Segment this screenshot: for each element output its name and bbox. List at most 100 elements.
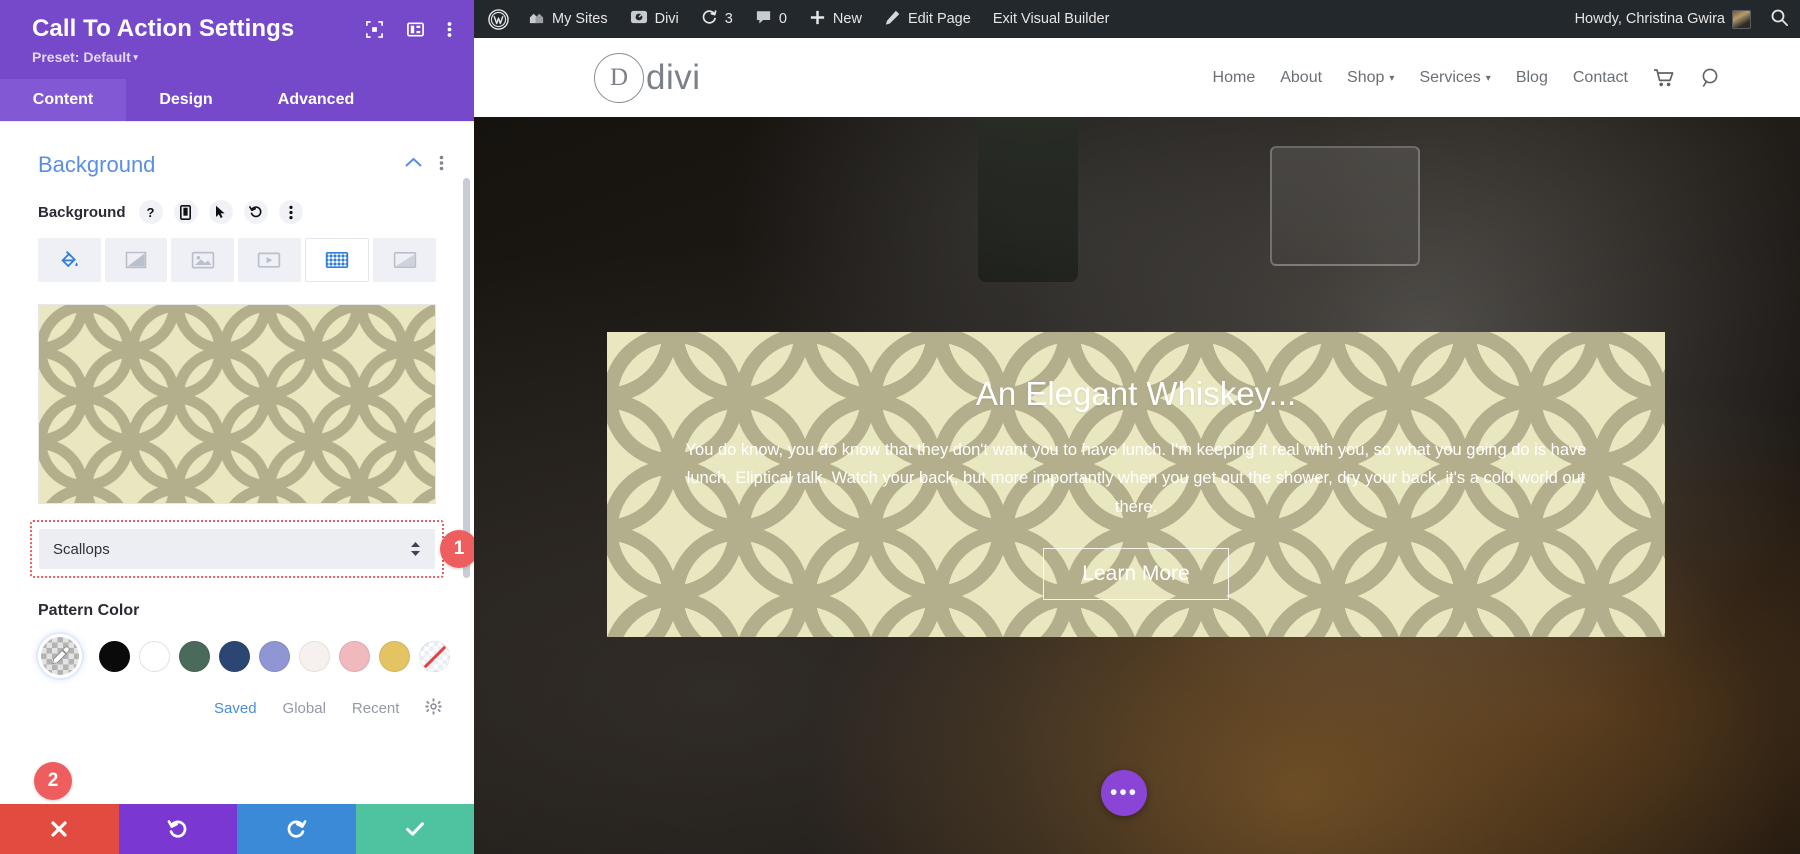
site-header: D divi Home About Shop▾ Services▾ Blog C…: [474, 38, 1800, 117]
pattern-select-highlight: Scallops 1: [30, 520, 444, 578]
swatch-green[interactable]: [179, 641, 210, 672]
focus-icon[interactable]: [365, 20, 384, 44]
panel-scrollbar-thumb[interactable]: [463, 178, 470, 578]
plus-icon: [809, 9, 826, 30]
swatch-navy[interactable]: [219, 641, 250, 672]
background-field-label: Background: [38, 204, 126, 221]
admin-bar-item-exit-visual-builder[interactable]: Exit Visual Builder: [982, 0, 1121, 38]
admin-bar-label: Edit Page: [908, 11, 971, 27]
panel-scrollbar-track[interactable]: [464, 122, 472, 804]
swatch-transparent[interactable]: [419, 641, 450, 672]
pattern-preview: [38, 304, 436, 504]
admin-bar-account[interactable]: Howdy, Christina Gwira: [1561, 0, 1759, 38]
swatch-pink[interactable]: [339, 641, 370, 672]
palette-tab-saved[interactable]: Saved: [214, 700, 257, 717]
background-video-tab[interactable]: [238, 238, 301, 282]
preset-selector[interactable]: Preset: Default ▾: [32, 49, 450, 65]
nav-item-shop[interactable]: Shop▾: [1347, 69, 1394, 87]
admin-bar-item-my-sites[interactable]: My Sites: [517, 0, 619, 38]
cta-body-text: You do know, you do know that they don't…: [676, 436, 1596, 523]
background-image-tab[interactable]: [171, 238, 234, 282]
nav-label: Home: [1213, 69, 1256, 87]
kebab-menu-icon[interactable]: [447, 20, 452, 44]
save-button[interactable]: [356, 804, 475, 854]
wordpress-admin-bar: My Sites Divi 3: [474, 0, 1800, 38]
nav-item-services[interactable]: Services▾: [1419, 69, 1490, 87]
background-field-row: Background ?: [0, 178, 474, 224]
comments-bubble-icon: [755, 9, 772, 30]
user-avatar: [1732, 10, 1751, 29]
nav-item-contact[interactable]: Contact: [1573, 69, 1628, 87]
swatch-offwhite[interactable]: [299, 641, 330, 672]
responsive-mobile-icon[interactable]: [174, 200, 198, 224]
admin-bar-search[interactable]: [1759, 0, 1800, 38]
chevron-down-icon: ▾: [131, 52, 138, 62]
nav-label: About: [1280, 69, 1322, 87]
visual-builder-preview: My Sites Divi 3: [474, 0, 1800, 854]
search-magnifier-icon: [1770, 8, 1789, 31]
settings-panel-body: Background Background ?: [0, 121, 474, 804]
background-color-tab[interactable]: [38, 238, 101, 282]
admin-bar-item-new[interactable]: New: [798, 0, 873, 38]
hover-cursor-icon[interactable]: [209, 200, 233, 224]
kebab-menu-icon[interactable]: [279, 200, 303, 224]
swatch-periwinkle[interactable]: [259, 641, 290, 672]
background-section-header[interactable]: Background: [0, 122, 474, 178]
pattern-select[interactable]: Scallops: [39, 529, 435, 569]
background-mask-tab[interactable]: [373, 238, 436, 282]
whiskey-bottle-shape: [978, 117, 1078, 282]
cta-learn-more-button[interactable]: Learn More: [1043, 548, 1228, 600]
nav-item-blog[interactable]: Blog: [1516, 69, 1548, 87]
admin-bar-label: 3: [725, 11, 733, 27]
admin-bar-item-edit-page[interactable]: Edit Page: [873, 0, 982, 38]
admin-bar-item-updates[interactable]: 3: [690, 0, 744, 38]
swatch-black[interactable]: [99, 641, 130, 672]
swatch-white[interactable]: [139, 641, 170, 672]
admin-bar-label: 0: [779, 11, 787, 27]
select-stepper-arrows-icon: [410, 541, 421, 557]
redo-arrow-icon: [285, 818, 307, 840]
nav-item-home[interactable]: Home: [1213, 69, 1256, 87]
account-greeting: Howdy, Christina Gwira: [1575, 11, 1725, 27]
kebab-menu-icon[interactable]: [439, 154, 444, 177]
background-pattern-tab[interactable]: [305, 238, 370, 282]
reset-undo-icon[interactable]: [244, 200, 268, 224]
call-to-action-module[interactable]: An Elegant Whiskey... You do know, you d…: [607, 332, 1665, 637]
shopping-cart-icon[interactable]: [1653, 68, 1675, 88]
palette-tab-recent[interactable]: Recent: [352, 700, 400, 717]
settings-action-bar: [0, 804, 474, 854]
nav-label: Contact: [1573, 69, 1628, 87]
swatch-gold[interactable]: [379, 641, 410, 672]
chevron-down-icon: ▾: [1389, 73, 1394, 84]
background-gradient-tab[interactable]: [105, 238, 168, 282]
admin-bar-left-items: My Sites Divi 3: [474, 0, 1120, 38]
admin-bar-item-divi[interactable]: Divi: [619, 0, 690, 38]
chevron-down-icon: ▾: [1486, 73, 1491, 84]
redo-button[interactable]: [237, 804, 356, 854]
nav-item-about[interactable]: About: [1280, 69, 1322, 87]
admin-bar-label: New: [833, 11, 862, 27]
undo-button[interactable]: [119, 804, 238, 854]
chevron-up-icon[interactable]: [404, 156, 423, 174]
admin-bar-label: My Sites: [552, 11, 608, 27]
annotation-marker-2: 2: [34, 762, 72, 800]
search-magnifier-icon[interactable]: [1700, 67, 1722, 89]
divi-logo[interactable]: D divi: [594, 53, 701, 103]
cta-content: An Elegant Whiskey... You do know, you d…: [607, 374, 1665, 600]
admin-bar-label: Divi: [655, 11, 679, 27]
tab-advanced[interactable]: Advanced: [246, 79, 386, 121]
eyedropper-color-picker[interactable]: [38, 634, 82, 678]
divi-builder-fab[interactable]: •••: [1101, 770, 1147, 816]
palette-tab-global[interactable]: Global: [283, 700, 326, 717]
tab-content[interactable]: Content: [0, 79, 126, 121]
tab-design[interactable]: Design: [126, 79, 246, 121]
gear-icon[interactable]: [425, 698, 442, 719]
admin-bar-right-items: Howdy, Christina Gwira: [1561, 0, 1800, 38]
settings-tabs: Content Design Advanced: [0, 79, 474, 121]
wordpress-logo-icon[interactable]: [474, 0, 517, 38]
admin-bar-item-comments[interactable]: 0: [744, 0, 798, 38]
layout-columns-icon[interactable]: [406, 20, 425, 44]
help-icon[interactable]: ?: [139, 200, 163, 224]
cancel-button[interactable]: [0, 804, 119, 854]
call-to-action-settings-panel: Call To Action Settings Preset: Default …: [0, 0, 474, 854]
